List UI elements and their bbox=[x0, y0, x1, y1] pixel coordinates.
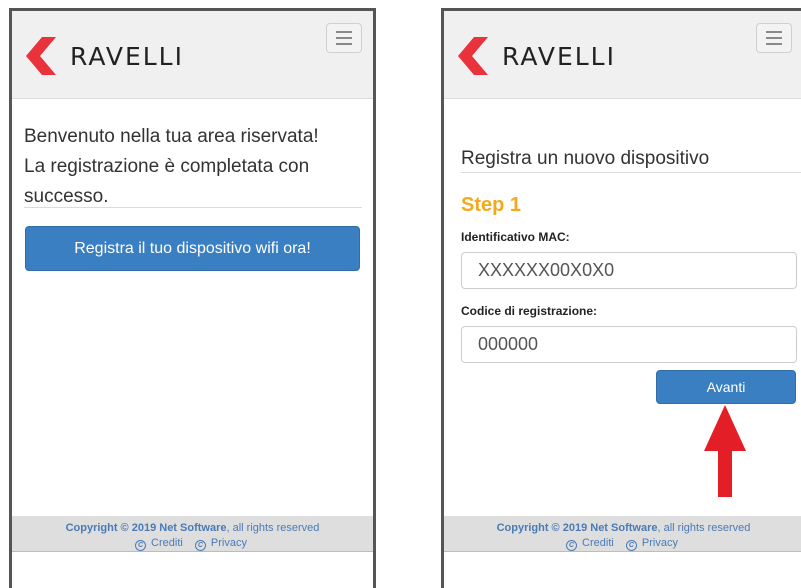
credits-label: Crediti bbox=[582, 537, 614, 549]
brand-name: RAVELLI bbox=[70, 41, 184, 71]
hamburger-icon-bar bbox=[766, 43, 782, 45]
credits-link[interactable]: C Crediti bbox=[566, 537, 617, 551]
footer-links: C Crediti C Privacy bbox=[444, 536, 801, 551]
ravelli-flame-icon bbox=[458, 37, 488, 75]
welcome-line-1: Benvenuto nella tua area riservata! bbox=[24, 126, 319, 147]
divider bbox=[24, 207, 362, 208]
copyright-circle-icon: C bbox=[135, 540, 147, 551]
registration-code-input[interactable]: 000000 bbox=[461, 326, 797, 363]
page-footer: Copyright © 2019 Net Software, all right… bbox=[444, 516, 801, 552]
ravelli-logo[interactable]: RAVELLI bbox=[458, 37, 616, 75]
footer-links: C Crediti C Privacy bbox=[12, 536, 373, 551]
phone-screen-register-device: RAVELLI Registra un nuovo dispositivo St… bbox=[441, 8, 801, 588]
privacy-label: Privacy bbox=[210, 537, 247, 549]
credits-link[interactable]: C Crediti bbox=[135, 537, 186, 551]
privacy-link[interactable]: C Privacy bbox=[194, 537, 250, 551]
hamburger-icon-bar bbox=[336, 37, 352, 39]
copyright-rest: , all rights reserved bbox=[226, 522, 320, 534]
step-title: Step 1 bbox=[461, 194, 522, 216]
copyright-owner: Copyright © 2019 Net Software bbox=[496, 522, 658, 534]
copyright-text: Copyright © 2019 Net Software, all right… bbox=[444, 521, 801, 535]
hamburger-icon bbox=[336, 31, 352, 33]
page-footer: Copyright © 2019 Net Software, all right… bbox=[12, 516, 373, 552]
app-header: RAVELLI bbox=[12, 11, 373, 99]
hamburger-menu-button[interactable] bbox=[756, 23, 792, 53]
copyright-rest: , all rights reserved bbox=[657, 522, 751, 534]
privacy-label: Privacy bbox=[641, 537, 678, 549]
copyright-owner: Copyright © 2019 Net Software bbox=[65, 522, 227, 534]
mac-label: Identificativo MAC: bbox=[461, 230, 570, 244]
hamburger-icon-bar bbox=[336, 43, 352, 45]
credits-label: Crediti bbox=[151, 537, 183, 549]
phone-screen-welcome: RAVELLI Benvenuto nella tua area riserva… bbox=[9, 8, 376, 588]
welcome-message: Benvenuto nella tua area riservata! La r… bbox=[24, 122, 364, 212]
hamburger-icon-bar bbox=[766, 37, 782, 39]
app-header: RAVELLI bbox=[444, 11, 801, 99]
copyright-circle-icon: C bbox=[194, 540, 206, 551]
mac-input[interactable]: XXXXXX00X0X0 bbox=[461, 252, 797, 289]
copyright-circle-icon: C bbox=[625, 540, 637, 551]
copyright-circle-icon: C bbox=[566, 540, 578, 551]
ravelli-logo[interactable]: RAVELLI bbox=[26, 37, 184, 75]
copyright-text: Copyright © 2019 Net Software, all right… bbox=[12, 521, 373, 535]
ravelli-flame-icon bbox=[26, 37, 56, 75]
hamburger-menu-button[interactable] bbox=[326, 23, 362, 53]
next-button[interactable]: Avanti bbox=[656, 370, 796, 404]
register-wifi-device-button[interactable]: Registra il tuo dispositivo wifi ora! bbox=[25, 226, 360, 271]
brand-name: RAVELLI bbox=[502, 41, 616, 71]
red-up-arrow-icon bbox=[704, 405, 746, 497]
welcome-line-2: La registrazione è completata con bbox=[24, 156, 310, 177]
registration-code-label: Codice di registrazione: bbox=[461, 304, 598, 318]
privacy-link[interactable]: C Privacy bbox=[625, 537, 681, 551]
page-subtitle: Registra un nuovo dispositivo bbox=[461, 148, 710, 169]
hamburger-icon bbox=[766, 31, 782, 33]
divider bbox=[461, 172, 801, 173]
